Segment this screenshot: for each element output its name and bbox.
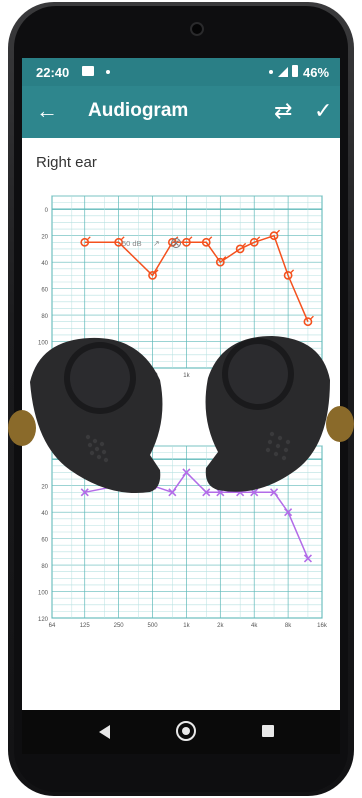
y-tick-label: 120: [38, 617, 49, 623]
y-tick-label: 80: [41, 564, 48, 570]
y-tick-label: 60: [41, 288, 48, 294]
x-tick-label: 16k: [317, 623, 328, 629]
x-tick-label: 1k: [183, 623, 190, 629]
x-tick-label: 2k: [217, 623, 224, 629]
level-annotation: 50 dB: [122, 239, 142, 248]
arrow-up-right-icon: ↗: [153, 239, 160, 248]
audiogram-charts: 0 20 40 60 80 100 12064 125 250 500 1k 2k 4k 8k 16k 50 …: [8, 195, 354, 629]
y-tick-label: 0: [45, 208, 49, 214]
x-tick-label: 500: [148, 623, 159, 629]
nav-home-icon[interactable]: [176, 721, 196, 741]
y-tick-label: 40: [41, 511, 48, 517]
y-tick-label: 40: [41, 261, 48, 267]
y-tick-label: 20: [41, 235, 48, 241]
y-tick-label: 20: [41, 485, 48, 491]
system-nav-bar: [22, 710, 340, 754]
y-tick-label: 100: [38, 591, 49, 597]
x-tick-label: 4k: [251, 623, 258, 629]
y-tick-label: 60: [41, 538, 48, 544]
y-tick-label: 80: [41, 314, 48, 320]
nav-recents-icon[interactable]: [262, 725, 274, 737]
y-tick-label: 100: [38, 341, 49, 347]
x-tick-label: 8k: [285, 623, 292, 629]
nav-back-icon[interactable]: [99, 725, 110, 739]
x-tick-label: 64: [49, 623, 56, 629]
x-tick-label: 125: [80, 623, 91, 629]
x-tick-label: 250: [114, 623, 125, 629]
x-tick-label: 1k: [183, 373, 190, 379]
